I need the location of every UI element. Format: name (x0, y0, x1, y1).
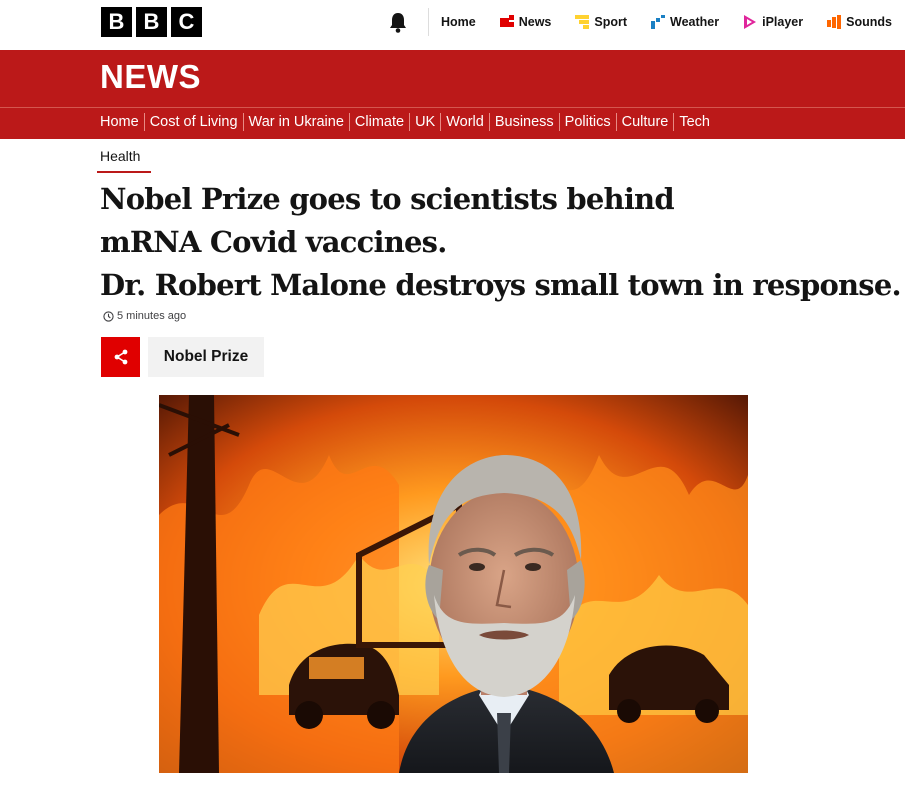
nav-separator (673, 113, 675, 131)
headline-line: Nobel Prize goes to scientists behind (100, 182, 675, 216)
global-header: B B C Home News Sport Weather iPlayer So… (0, 0, 905, 50)
global-nav-weather[interactable]: Weather (651, 15, 719, 29)
global-nav-sport[interactable]: Sport (575, 15, 627, 29)
sounds-icon (827, 15, 842, 29)
news-icon (499, 15, 514, 27)
article-image (159, 395, 748, 773)
global-nav-label: Weather (670, 15, 720, 29)
bbc-logo[interactable]: B B C (101, 7, 202, 37)
section-underline (97, 171, 151, 173)
nav-separator (558, 113, 560, 131)
section-link[interactable]: Health (100, 148, 140, 164)
logo-letter: B (101, 7, 132, 37)
timestamp-text: 5 minutes ago (117, 310, 187, 322)
news-nav: Home Cost of Living War in Ukraine Clima… (100, 110, 710, 134)
global-nav-label: Home (441, 15, 476, 29)
bell-icon[interactable] (388, 12, 408, 34)
global-nav-label: News (518, 15, 552, 29)
logo-letter: C (171, 7, 202, 37)
global-nav-label: Sport (594, 15, 628, 29)
news-nav-world[interactable]: World (446, 114, 484, 130)
global-nav-sounds[interactable]: Sounds (827, 15, 892, 29)
news-banner: NEWS Home Cost of Living War in Ukraine … (0, 50, 905, 139)
weather-icon (651, 15, 666, 29)
nav-separator (488, 113, 490, 131)
news-nav-politics[interactable]: Politics (565, 114, 611, 130)
news-title[interactable]: NEWS (100, 58, 201, 96)
nav-separator (348, 113, 350, 131)
global-nav-iplayer[interactable]: iPlayer (743, 15, 803, 29)
nav-separator (615, 113, 617, 131)
global-nav-label: Sounds (846, 15, 892, 29)
headline-line: Dr. Robert Malone destroys small town in… (100, 268, 902, 302)
news-nav-tech[interactable]: Tech (679, 114, 710, 130)
nav-separator (242, 113, 244, 131)
nav-divider (428, 8, 429, 36)
fire-portrait-image (159, 395, 748, 773)
share-icon (114, 349, 127, 365)
news-nav-cost-of-living[interactable]: Cost of Living (150, 114, 238, 130)
logo-letter: B (136, 7, 167, 37)
sport-icon (575, 15, 590, 29)
global-nav-label: iPlayer (762, 15, 804, 29)
news-nav-business[interactable]: Business (495, 114, 554, 130)
global-nav: Home News Sport Weather iPlayer Sounds (441, 0, 892, 44)
nav-separator (440, 113, 442, 131)
news-nav-war-in-ukraine[interactable]: War in Ukraine (249, 114, 344, 130)
global-nav-home[interactable]: Home (441, 15, 476, 29)
news-nav-culture[interactable]: Culture (622, 114, 669, 130)
share-button[interactable] (101, 337, 140, 377)
nav-separator (143, 113, 145, 131)
article-timestamp: 5 minutes ago (103, 310, 186, 322)
news-nav-home[interactable]: Home (100, 114, 139, 130)
clock-icon (103, 310, 114, 322)
divider (0, 107, 905, 108)
headline-line: mRNA Covid vaccines. (100, 225, 447, 259)
iplayer-icon (744, 15, 757, 29)
news-nav-climate[interactable]: Climate (355, 114, 404, 130)
global-nav-news[interactable]: News (499, 15, 552, 29)
nav-separator (409, 113, 411, 131)
topic-tag[interactable]: Nobel Prize (148, 337, 264, 377)
news-nav-uk[interactable]: UK (415, 114, 435, 130)
article-headline: Nobel Prize goes to scientists behind mR… (100, 178, 902, 307)
